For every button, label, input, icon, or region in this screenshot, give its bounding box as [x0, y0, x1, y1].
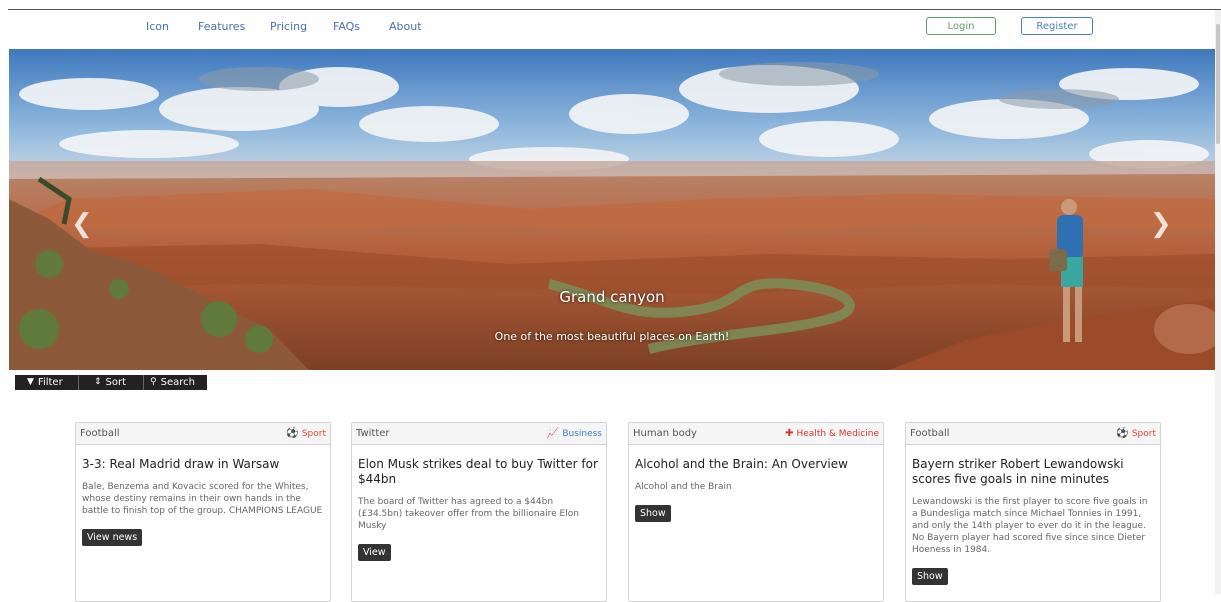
soccer-ball-icon: ⚽ [1116, 428, 1129, 439]
news-card: Twitter 📈 Business Elon Musk strikes dea… [351, 422, 607, 602]
filter-toolbar: ▼ Filter ⇕ Sort ⚲ Search [15, 375, 207, 390]
card-title: Alcohol and the Brain: An Overview [635, 457, 848, 471]
line-chart-icon: 📈 [546, 428, 560, 439]
nav-link-about[interactable]: About [389, 20, 422, 33]
search-icon: ⚲ [150, 377, 157, 387]
show-button[interactable]: Show [912, 568, 948, 585]
card-text: Lewandowski is the first player to score… [912, 497, 1148, 555]
search-button[interactable]: ⚲ Search [144, 375, 207, 390]
search-label: Search [160, 377, 195, 388]
hero-carousel: ❮ ❯ Grand canyon One of the most beautif… [9, 49, 1215, 370]
register-button[interactable]: Register [1021, 17, 1093, 35]
news-card: Football ⚽ Sport Bayern striker Robert L… [905, 422, 1161, 602]
card-category: Twitter [356, 428, 390, 439]
sort-label: Sort [105, 377, 127, 388]
card-category: Football [910, 428, 950, 439]
hero-title: Grand canyon [559, 288, 665, 306]
card-text: The board of Twitter has agreed to a $44… [358, 497, 579, 531]
card-text: Alcohol and the Brain [635, 482, 732, 492]
card-tag-label: Sport [301, 428, 326, 439]
card-header: Football ⚽ Sport [906, 423, 1160, 445]
card-tag: ⚽ Sport [286, 428, 326, 439]
login-button[interactable]: Login [926, 17, 996, 35]
sort-button[interactable]: ⇕ Sort [79, 375, 144, 390]
hero-image [9, 49, 1215, 370]
page-scrollbar[interactable] [1215, 10, 1221, 594]
medkit-icon: ✚ [785, 428, 794, 439]
card-tag-label: Business [562, 428, 602, 439]
card-tag-label: Health & Medicine [796, 428, 880, 439]
show-button[interactable]: Show [635, 505, 671, 522]
card-tag: ✚ Health & Medicine [785, 428, 879, 439]
filter-icon: ▼ [27, 377, 34, 387]
carousel-prev-button[interactable]: ❮ [71, 209, 93, 239]
filter-button[interactable]: ▼ Filter [15, 375, 79, 390]
filter-label: Filter [37, 377, 63, 388]
nav-link-pricing[interactable]: Pricing [270, 20, 307, 33]
card-header: Football ⚽ Sport [76, 423, 330, 445]
view-button[interactable]: View [358, 544, 391, 561]
sort-icon: ⇕ [94, 377, 102, 387]
card-text: Bale, Benzema and Kovacic scored for the… [82, 482, 323, 516]
card-title: Bayern striker Robert Lewandowski scores… [912, 457, 1124, 486]
top-divider [8, 9, 1221, 10]
card-title: Elon Musk strikes deal to buy Twitter fo… [358, 457, 598, 486]
soccer-ball-icon: ⚽ [286, 428, 299, 439]
hero-subtitle: One of the most beautiful places on Eart… [494, 330, 730, 343]
nav-link-icon[interactable]: Icon [146, 20, 169, 33]
card-header: Human body ✚ Health & Medicine [629, 423, 883, 445]
nav-link-features[interactable]: Features [198, 20, 245, 33]
carousel-next-button[interactable]: ❯ [1150, 209, 1172, 239]
card-tag-label: Sport [1131, 428, 1156, 439]
scrollbar-thumb[interactable] [1216, 24, 1220, 144]
news-card: Human body ✚ Health & Medicine Alcohol a… [628, 422, 884, 602]
news-card: Football ⚽ Sport 3-3: Real Madrid draw i… [75, 422, 331, 602]
card-tag: 📈 Business [547, 428, 602, 439]
card-category: Football [80, 428, 120, 439]
nav-link-faqs[interactable]: FAQs [333, 20, 360, 33]
card-header: Twitter 📈 Business [352, 423, 606, 445]
card-tag: ⚽ Sport [1116, 428, 1156, 439]
card-category: Human body [633, 428, 697, 439]
view-news-button[interactable]: View news [82, 529, 143, 546]
card-title: 3-3: Real Madrid draw in Warsaw [82, 457, 280, 471]
